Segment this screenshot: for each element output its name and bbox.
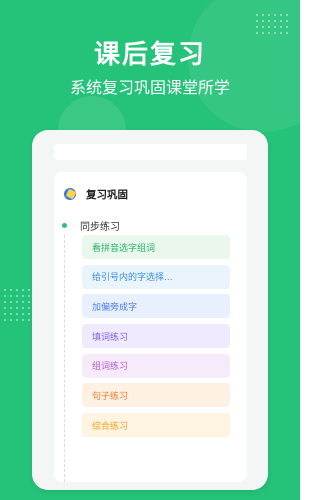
section-title: 复习巩固 (86, 188, 128, 201)
exercise-item[interactable]: 加偏旁成字 (82, 294, 230, 319)
decorative-dot-grid (256, 14, 288, 34)
phone-mockup: 复习巩固 同步练习 看拼音选字组词 给引号内的字选择... 加偏旁成字 填词练习… (32, 130, 268, 490)
timeline-line (64, 235, 65, 482)
page-subtitle: 系统复习巩固课堂所学 (69, 78, 230, 97)
exercise-item[interactable]: 填词练习 (82, 324, 230, 349)
decorative-dot-grid (4, 289, 30, 321)
exercise-panel: 复习巩固 同步练习 看拼音选字组词 给引号内的字选择... 加偏旁成字 填词练习… (54, 172, 247, 482)
exercise-item[interactable]: 组词练习 (82, 353, 230, 378)
exercise-item[interactable]: 句子练习 (82, 383, 230, 408)
promo-screen: 课后复习 系统复习巩固课堂所学 复习巩固 同步练习 看拼音选字组词 给引号内的字… (0, 0, 300, 500)
subsection-header[interactable]: 同步练习 (62, 215, 120, 235)
exercise-item[interactable]: 看拼音选字组词 (82, 235, 230, 259)
section-header[interactable]: 复习巩固 (64, 184, 128, 204)
exercise-item[interactable]: 给引号内的字选择... (82, 264, 230, 289)
bullet-dot-icon (62, 222, 67, 228)
page-title: 课后复习 (93, 40, 206, 70)
top-card (54, 144, 247, 160)
subsection-title: 同步练习 (80, 221, 120, 233)
exercise-item[interactable]: 综合练习 (82, 413, 230, 438)
pencil-icon (64, 188, 76, 200)
exercise-list: 看拼音选字组词 给引号内的字选择... 加偏旁成字 填词练习 组词练习 句子练习… (82, 235, 230, 443)
